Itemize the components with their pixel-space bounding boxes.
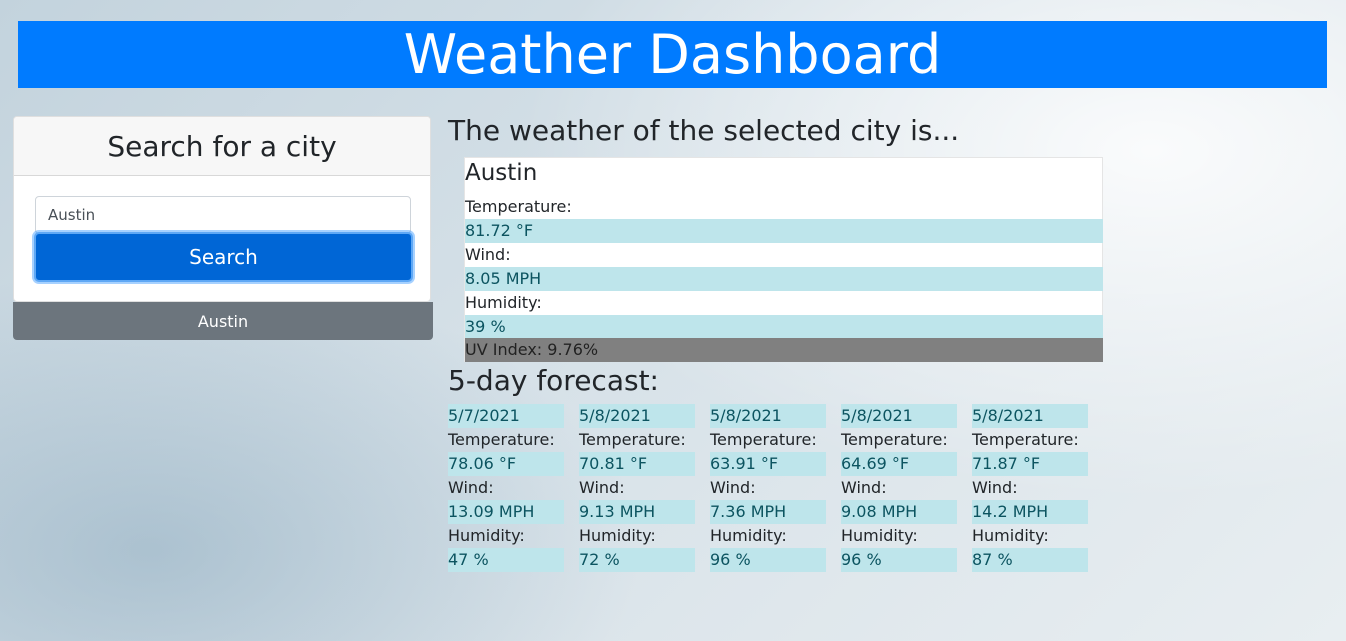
forecast-temperature-value: 63.91 °F (710, 452, 826, 476)
forecast-wind-value: 14.2 MPH (972, 500, 1088, 524)
search-card-title: Search for a city (14, 117, 430, 176)
forecast-heading: 5-day forecast: (448, 364, 659, 397)
forecast-humidity-label: Humidity: (972, 526, 1049, 545)
forecast-humidity-value: 72 % (579, 548, 695, 572)
forecast-wind-value: 9.08 MPH (841, 500, 957, 524)
forecast-humidity-label: Humidity: (710, 526, 787, 545)
forecast-date: 5/8/2021 (710, 404, 826, 428)
forecast-wind-label: Wind: (972, 478, 1018, 497)
current-uv-index: UV Index: 9.76% (465, 338, 1103, 362)
forecast-temperature-label: Temperature: (972, 430, 1079, 449)
forecast-temperature-value: 70.81 °F (579, 452, 695, 476)
current-humidity-label: Humidity: (465, 293, 542, 312)
forecast-humidity-label: Humidity: (448, 526, 525, 545)
history-item-austin[interactable]: Austin (13, 302, 433, 340)
forecast-temperature-value: 71.87 °F (972, 452, 1088, 476)
forecast-wind-label: Wind: (579, 478, 625, 497)
current-temperature-value: 81.72 °F (465, 219, 1103, 243)
forecast-date: 5/8/2021 (972, 404, 1088, 428)
current-weather-heading: The weather of the selected city is... (448, 114, 960, 147)
forecast-temperature-value: 78.06 °F (448, 452, 564, 476)
current-city-name: Austin (465, 160, 538, 186)
forecast-wind-label: Wind: (710, 478, 756, 497)
forecast-date: 5/8/2021 (579, 404, 695, 428)
forecast-humidity-label: Humidity: (579, 526, 656, 545)
forecast-temperature-label: Temperature: (710, 430, 817, 449)
forecast-humidity-value: 96 % (841, 548, 957, 572)
forecast-date: 5/8/2021 (841, 404, 957, 428)
forecast-wind-value: 13.09 MPH (448, 500, 564, 524)
forecast-humidity-value: 47 % (448, 548, 564, 572)
city-search-input[interactable] (35, 196, 411, 234)
page-title: Weather Dashboard (403, 23, 942, 86)
forecast-wind-label: Wind: (841, 478, 887, 497)
current-wind-label: Wind: (465, 245, 511, 264)
search-button[interactable]: Search (34, 232, 413, 282)
forecast-temperature-label: Temperature: (579, 430, 686, 449)
forecast-temperature-value: 64.69 °F (841, 452, 957, 476)
current-weather-card: Austin Temperature: 81.72 °F Wind: 8.05 … (464, 157, 1103, 362)
forecast-humidity-value: 96 % (710, 548, 826, 572)
forecast-wind-label: Wind: (448, 478, 494, 497)
forecast-wind-value: 9.13 MPH (579, 500, 695, 524)
search-card: Search for a city Search (13, 116, 431, 302)
forecast-temperature-label: Temperature: (448, 430, 555, 449)
forecast-temperature-label: Temperature: (841, 430, 948, 449)
current-temperature-label: Temperature: (465, 197, 572, 216)
forecast-humidity-value: 87 % (972, 548, 1088, 572)
header-bar: Weather Dashboard (18, 21, 1327, 88)
forecast-date: 5/7/2021 (448, 404, 564, 428)
current-humidity-value: 39 % (465, 315, 1103, 339)
forecast-wind-value: 7.36 MPH (710, 500, 826, 524)
current-wind-value: 8.05 MPH (465, 267, 1103, 291)
forecast-humidity-label: Humidity: (841, 526, 918, 545)
